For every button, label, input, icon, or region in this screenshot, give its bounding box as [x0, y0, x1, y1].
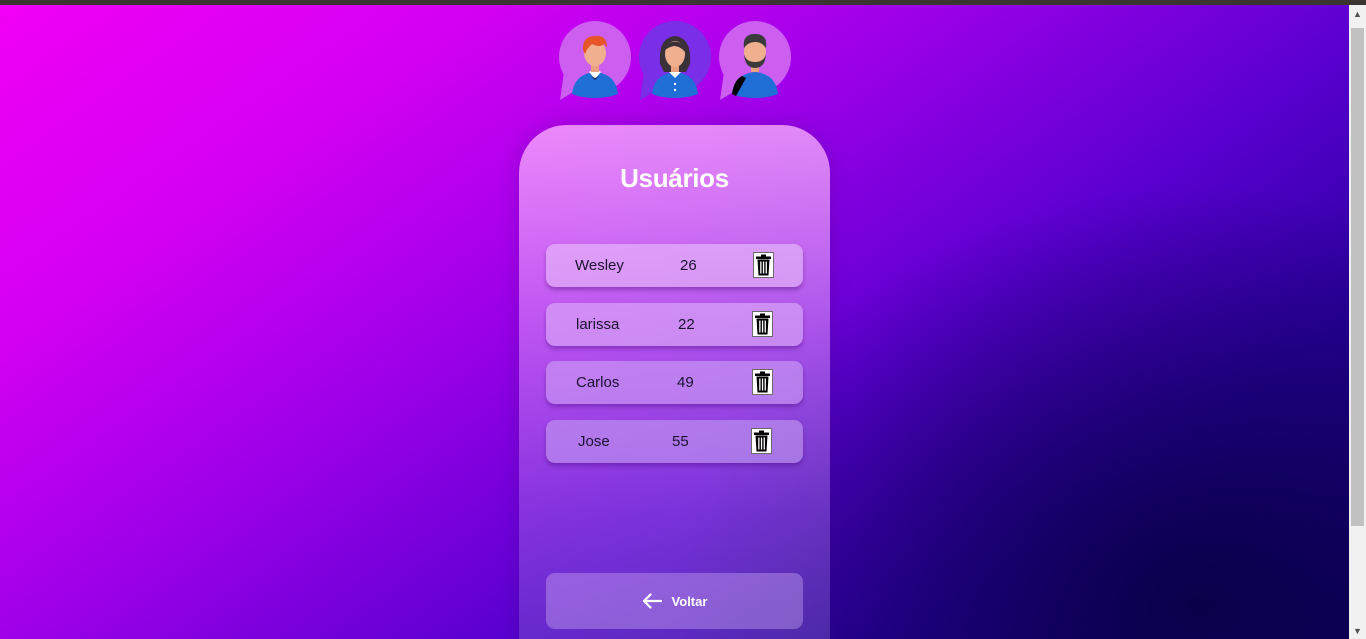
- back-button[interactable]: Voltar: [546, 573, 803, 629]
- user-row: larissa 22: [546, 303, 803, 346]
- user-age: 49: [677, 374, 694, 391]
- scroll-down-arrow-icon[interactable]: ▼: [1349, 622, 1366, 639]
- delete-user-button[interactable]: [753, 252, 774, 278]
- users-card: Usuários Wesley 26 larissa 22 Carlos 49 …: [519, 125, 830, 639]
- trash-icon: [755, 371, 770, 393]
- trash-icon: [756, 254, 771, 276]
- scrollbar-thumb[interactable]: [1351, 28, 1364, 526]
- man-avatar-icon: [558, 20, 638, 102]
- user-row: Jose 55: [546, 420, 803, 463]
- user-row: Wesley 26: [546, 244, 803, 287]
- trash-icon: [755, 313, 770, 335]
- user-name: Wesley: [575, 257, 624, 274]
- back-button-label: Voltar: [671, 593, 708, 609]
- user-age: 26: [680, 257, 697, 274]
- woman-avatar-icon: [638, 20, 718, 102]
- user-age: 55: [672, 433, 689, 450]
- avatar-group: [558, 20, 798, 110]
- trash-icon: [754, 430, 769, 452]
- user-age: 22: [678, 316, 695, 333]
- page-title: Usuários: [620, 163, 729, 193]
- vertical-scrollbar[interactable]: ▲ ▼: [1349, 5, 1366, 639]
- scroll-up-arrow-icon[interactable]: ▲: [1349, 5, 1366, 22]
- delete-user-button[interactable]: [751, 428, 772, 454]
- user-name: Carlos: [576, 374, 620, 391]
- page-background: Usuários Wesley 26 larissa 22 Carlos 49 …: [0, 5, 1349, 639]
- user-row: Carlos 49: [546, 361, 803, 404]
- arrow-left-icon: [642, 593, 662, 609]
- user-name: Jose: [578, 433, 610, 450]
- user-name: larissa: [576, 316, 620, 333]
- bearded-man-avatar-icon: [718, 20, 798, 102]
- delete-user-button[interactable]: [752, 369, 773, 395]
- delete-user-button[interactable]: [752, 311, 773, 337]
